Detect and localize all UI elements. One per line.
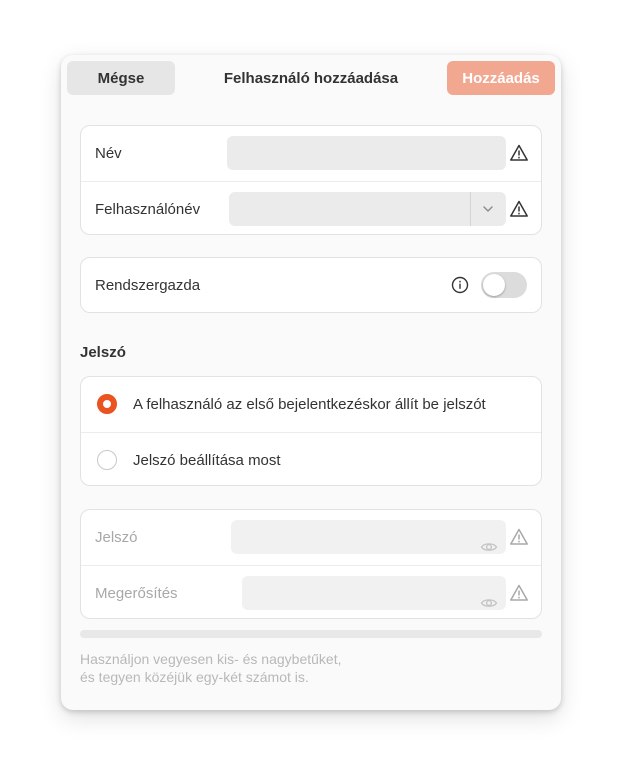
name-row: Név	[81, 126, 541, 181]
confirm-label: Megerősítés	[95, 584, 178, 602]
identity-card: Név Felhasználónév	[80, 125, 542, 235]
password-row: Jelszó	[81, 510, 541, 565]
combo-separator	[470, 192, 471, 226]
name-input[interactable]	[227, 136, 506, 170]
radio-label-set-now: Jelszó beállítása most	[133, 451, 281, 469]
eye-icon[interactable]	[480, 538, 498, 556]
radio-row-first-login[interactable]: A felhasználó az első bejelentkezéskor á…	[81, 377, 541, 432]
warning-icon	[510, 584, 528, 601]
admin-toggle[interactable]	[481, 272, 527, 298]
password-input[interactable]	[231, 520, 506, 554]
hint-line-1: Használjon vegyesen kis- és nagybetűket,	[80, 651, 342, 667]
cancel-button[interactable]: Mégse	[67, 61, 175, 95]
username-row: Felhasználónév	[81, 181, 541, 234]
warning-icon	[510, 144, 528, 161]
admin-label: Rendszergazda	[95, 277, 201, 294]
password-fields-card: Jelszó Megerősítés	[80, 509, 542, 619]
radio-selected[interactable]	[97, 394, 117, 414]
password-strength-bar	[80, 630, 542, 638]
radio-unselected[interactable]	[97, 450, 117, 470]
confirm-input[interactable]	[242, 576, 506, 610]
password-label: Jelszó	[95, 529, 138, 546]
info-icon[interactable]	[451, 276, 469, 294]
username-combo[interactable]	[229, 192, 506, 226]
chevron-down-icon[interactable]	[481, 202, 495, 216]
admin-card: Rendszergazda	[80, 257, 542, 313]
confirm-row: Megerősítés	[81, 565, 541, 618]
toggle-knob	[483, 274, 505, 296]
add-button[interactable]: Hozzáadás	[447, 61, 555, 95]
eye-icon[interactable]	[480, 594, 498, 612]
name-label: Név	[95, 145, 122, 162]
password-options-card: A felhasználó az első bejelentkezéskor á…	[80, 376, 542, 486]
password-section-title: Jelszó	[80, 344, 126, 361]
password-hint: Használjon vegyesen kis- és nagybetűket,…	[80, 650, 500, 686]
dialog-title: Felhasználó hozzáadása	[223, 69, 399, 87]
add-user-dialog: Mégse Felhasználó hozzáadása Hozzáadás N…	[61, 55, 561, 710]
warning-icon	[510, 528, 528, 545]
warning-icon	[510, 200, 528, 217]
username-label: Felhasználónév	[95, 200, 201, 218]
hint-line-2: és tegyen közéjük egy-két számot is.	[80, 669, 309, 685]
admin-row: Rendszergazda	[81, 258, 541, 312]
radio-row-set-now[interactable]: Jelszó beállítása most	[81, 432, 541, 485]
radio-label-first-login: A felhasználó az első bejelentkezéskor á…	[133, 396, 486, 413]
